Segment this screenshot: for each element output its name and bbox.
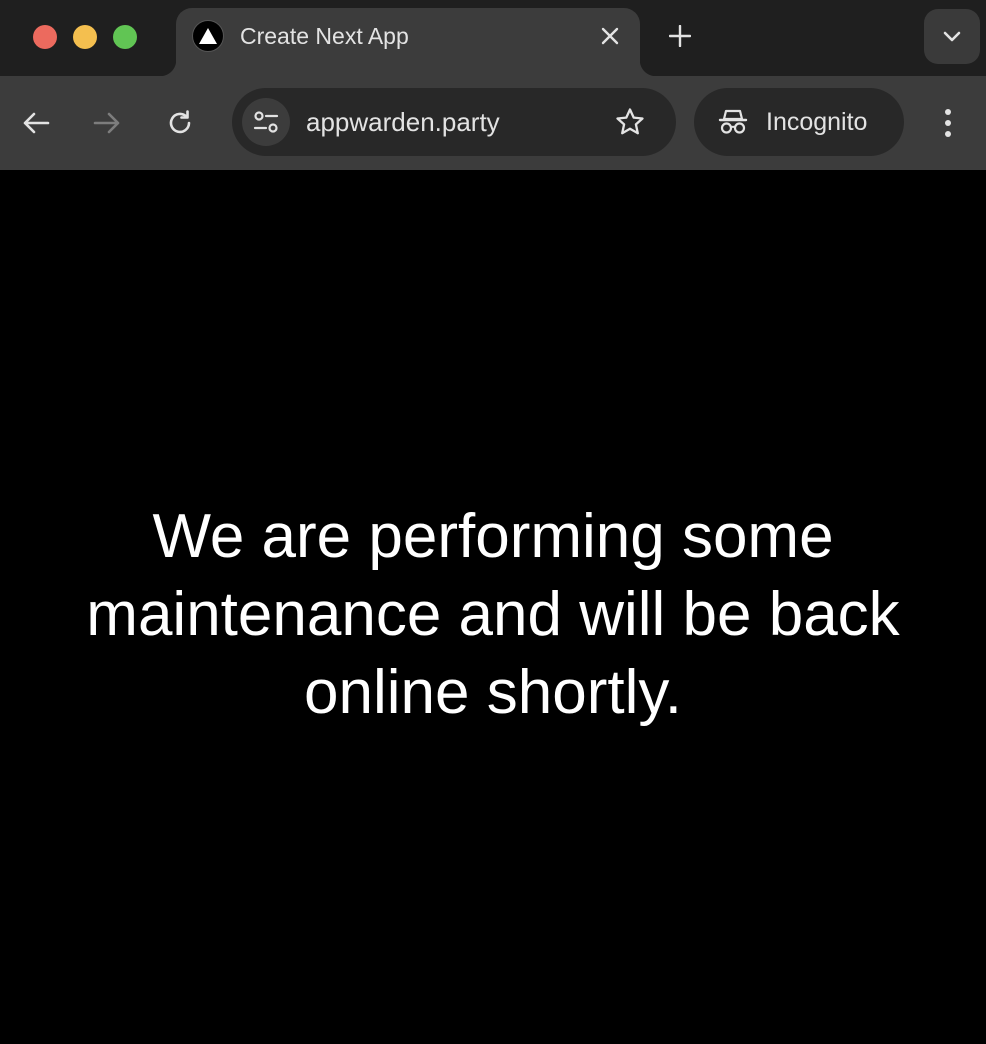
- window-close-button[interactable]: [33, 25, 57, 49]
- browser-menu-button[interactable]: [930, 103, 966, 143]
- active-tab[interactable]: Create Next App: [160, 8, 656, 76]
- forward-button[interactable]: [87, 103, 127, 143]
- arrow-left-icon: [23, 112, 50, 134]
- incognito-icon: [718, 109, 748, 134]
- toolbar: appwarden.party Incognito: [0, 76, 986, 170]
- maintenance-message: We are performing some maintenance and w…: [86, 502, 900, 727]
- close-icon: [601, 27, 619, 45]
- page-content: We are performing some maintenance and w…: [0, 170, 986, 1044]
- more-vertical-icon: [945, 109, 951, 137]
- back-button[interactable]: [16, 103, 56, 143]
- reload-icon: [169, 110, 191, 134]
- plus-icon: [669, 25, 691, 47]
- tab-title: Create Next App: [240, 23, 409, 49]
- address-bar[interactable]: appwarden.party: [232, 88, 676, 156]
- window-zoom-button[interactable]: [113, 25, 137, 49]
- new-tab-button[interactable]: [662, 18, 698, 54]
- star-icon: [616, 108, 644, 135]
- browser-window: Create Next App appwarden.party Incognit…: [0, 0, 986, 1044]
- incognito-label: Incognito: [766, 108, 868, 136]
- tune-icon: [253, 111, 279, 133]
- window-minimize-button[interactable]: [73, 25, 97, 49]
- site-info-button[interactable]: [242, 98, 290, 146]
- incognito-profile-button[interactable]: Incognito: [694, 88, 904, 156]
- close-tab-button[interactable]: [594, 20, 626, 52]
- bookmark-button[interactable]: [612, 104, 648, 140]
- tab-search-button[interactable]: [924, 9, 980, 64]
- url-text[interactable]: appwarden.party: [306, 105, 500, 139]
- arrow-right-icon: [93, 112, 120, 134]
- nextjs-triangle-icon: [192, 20, 224, 52]
- tab-strip: Create Next App: [0, 0, 986, 76]
- reload-button[interactable]: [160, 103, 200, 143]
- chevron-down-icon: [943, 31, 961, 41]
